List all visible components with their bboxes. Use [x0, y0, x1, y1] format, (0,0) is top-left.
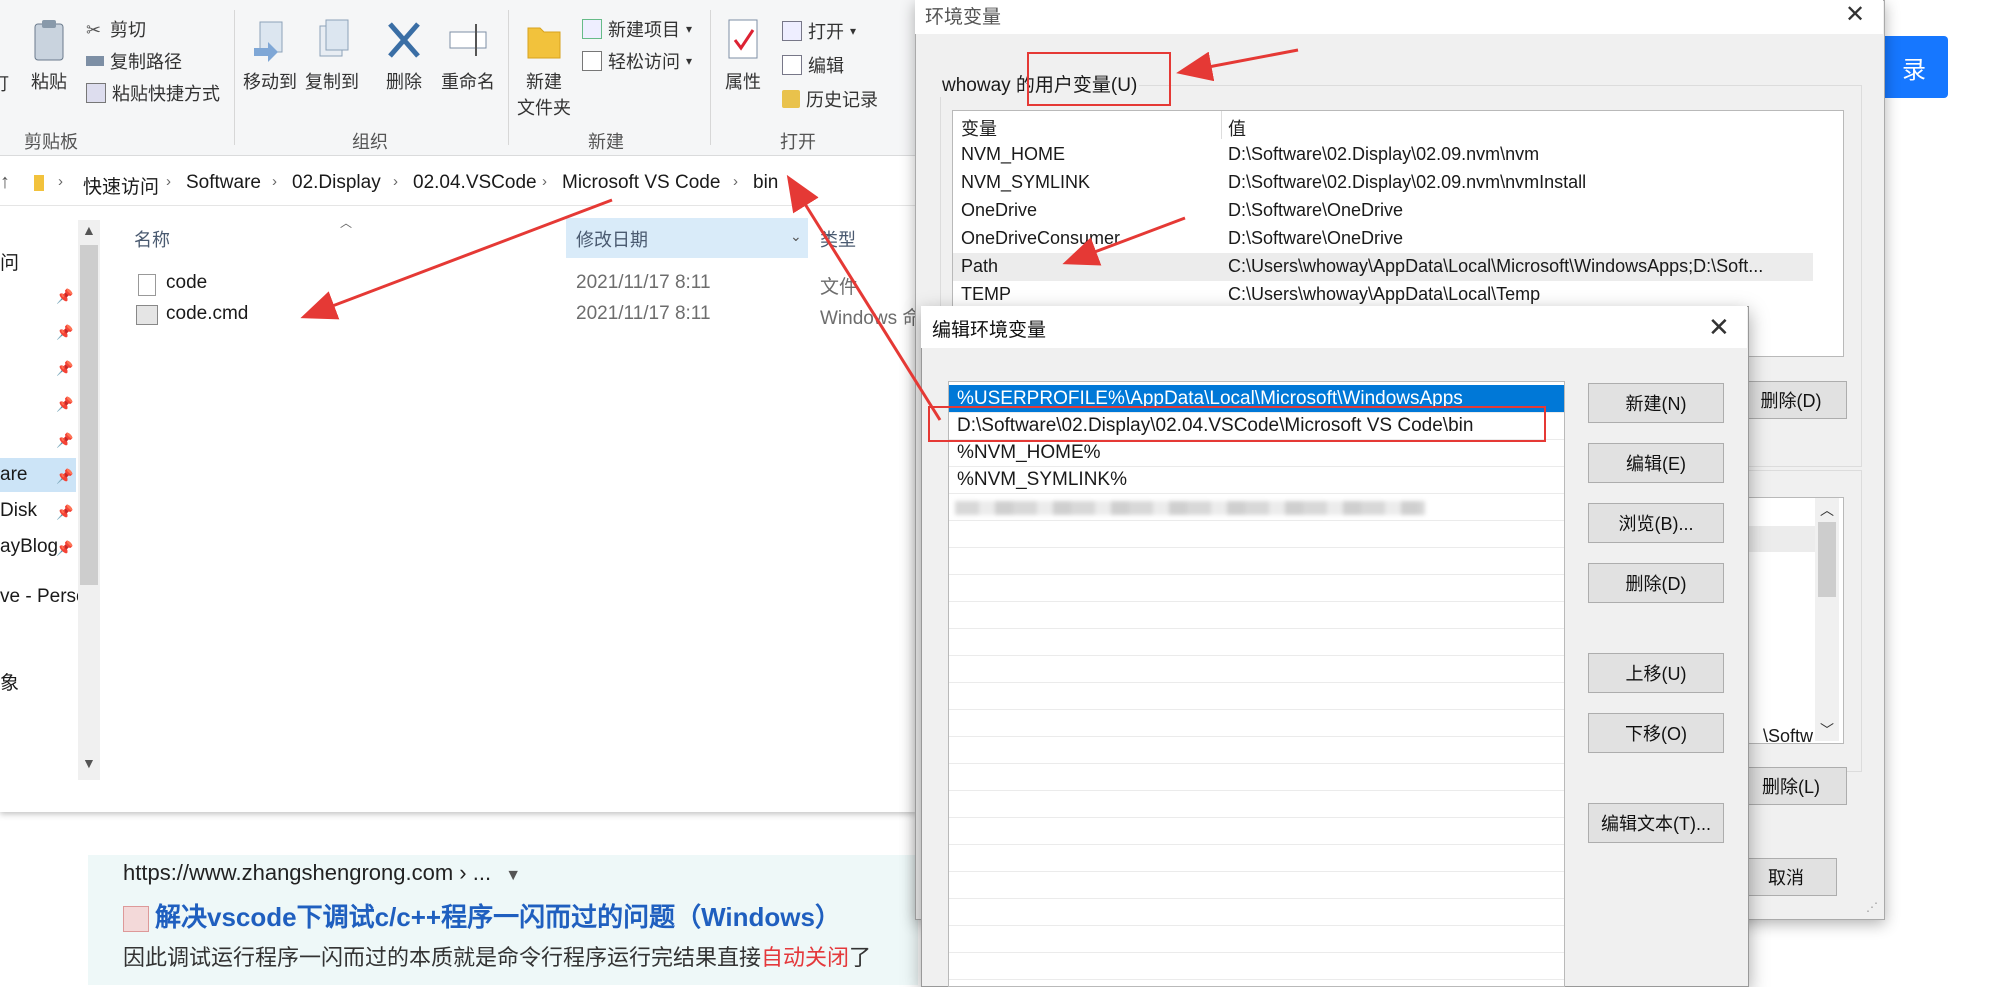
- annotation-arrow: [1062, 216, 1186, 266]
- annotation-arrows: [300, 48, 1299, 421]
- annotation-arrow: [1176, 48, 1299, 82]
- annotation-arrow: [300, 198, 613, 320]
- annotation-arrow: [786, 174, 942, 421]
